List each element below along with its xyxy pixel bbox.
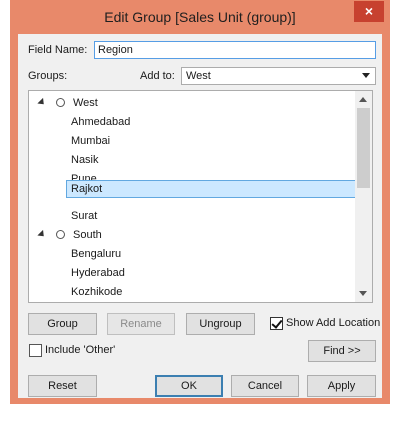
paperclip-icon [54, 228, 67, 241]
paperclip-icon [54, 96, 67, 109]
include-other-checkbox[interactable] [29, 344, 42, 357]
tree-item[interactable]: Hyderabad [71, 264, 125, 282]
title-bar[interactable]: Edit Group [Sales Unit (group)] × [10, 0, 390, 34]
reset-button[interactable]: Reset [28, 375, 97, 397]
add-to-label: Add to: [140, 70, 175, 82]
tree-group-label: West [73, 97, 98, 109]
field-name-input[interactable]: Region [94, 41, 376, 59]
tree-group-south[interactable]: South [29, 226, 354, 244]
chevron-down-icon [362, 73, 370, 78]
add-to-value: West [186, 70, 211, 82]
ungroup-button[interactable]: Ungroup [186, 313, 255, 335]
include-other-label: Include 'Other' [45, 344, 116, 356]
scroll-thumb[interactable] [357, 108, 370, 188]
checkmark-icon [271, 317, 283, 329]
scroll-down-icon[interactable] [359, 291, 367, 296]
add-to-select[interactable]: West [181, 67, 376, 85]
tree-group-west[interactable]: West [29, 94, 354, 112]
expand-triangle-icon[interactable] [37, 97, 47, 108]
cancel-button[interactable]: Cancel [231, 375, 299, 397]
tree-item[interactable]: Kozhikode [71, 283, 122, 301]
apply-button[interactable]: Apply [307, 375, 376, 397]
window-title: Edit Group [Sales Unit (group)] [104, 9, 296, 25]
show-add-location-label: Show Add Location [286, 317, 381, 329]
background-area [10, 404, 390, 422]
group-tree[interactable]: West Ahmedabad Mumbai Nasik Pune Rajkot … [28, 90, 373, 303]
expand-triangle-icon[interactable] [37, 229, 47, 240]
tree-group-label: South [73, 229, 102, 241]
tree-item[interactable]: Mumbai [71, 132, 110, 150]
tree-item[interactable]: Ahmedabad [71, 113, 130, 131]
rename-button[interactable]: Rename [107, 313, 175, 335]
groups-label: Groups: [28, 70, 68, 82]
close-icon[interactable]: × [354, 1, 384, 22]
group-button[interactable]: Group [28, 313, 97, 335]
scroll-up-icon[interactable] [359, 97, 367, 102]
tree-item-selected[interactable]: Rajkot [66, 180, 357, 198]
tree-item[interactable]: Nasik [71, 151, 99, 169]
tree-item[interactable]: Surat [71, 207, 97, 225]
dialog-window: Edit Group [Sales Unit (group)] × Field … [10, 0, 390, 404]
show-add-location-checkbox[interactable] [270, 317, 283, 330]
dialog-body: Field Name: Region Groups: Add to: West … [18, 34, 382, 398]
find-button[interactable]: Find >> [308, 340, 376, 362]
tree-scrollbar[interactable] [355, 91, 372, 302]
ok-button[interactable]: OK [155, 375, 223, 397]
tree-item[interactable]: Bengaluru [71, 245, 121, 263]
field-name-label: Field Name: [28, 44, 88, 56]
